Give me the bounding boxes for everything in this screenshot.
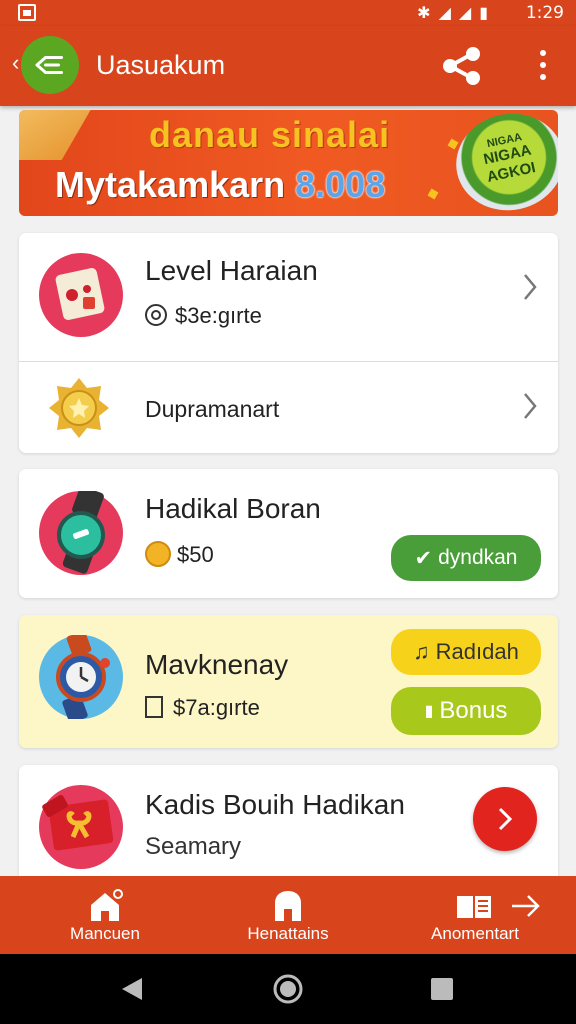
list-item-achievement[interactable]: Dupramanart [19, 362, 558, 453]
confetti-decoration [427, 188, 439, 200]
level-price-text: $3e:gırte [175, 303, 262, 328]
promo-badge: NIGAA NIGAA AGKOI [447, 110, 558, 216]
gift-box-icon [39, 785, 123, 869]
gold-medal-icon [49, 378, 109, 438]
banner-headline: danau sinalai [149, 114, 391, 155]
reward-card[interactable]: Hadikal Boran $50 ✔ dyndkan [19, 469, 558, 598]
redeem-button[interactable]: ✔ dyndkan [391, 535, 541, 581]
lock-icon: ▮ [424, 703, 434, 720]
recents-square-icon[interactable] [430, 977, 454, 1001]
watch-card[interactable]: Mavknenay $7a:gırte ♫ Radıdah ▮ Bonus [19, 615, 558, 748]
radidah-button-label: Radıdah [435, 639, 519, 664]
reward-title: Hadikal Boran [145, 493, 321, 524]
gift-subtitle: Seamary [145, 833, 242, 860]
screenshot-icon [18, 4, 36, 21]
watch-price: $7a:gırte [145, 695, 260, 721]
nav-label-book: Anomentart [431, 924, 519, 943]
level-price: $3e:gırte [145, 303, 262, 329]
arrow-right-icon[interactable] [510, 892, 542, 920]
banner-number: 8.008 [295, 164, 386, 205]
check-icon: ✔ [414, 546, 433, 570]
signal-icons: ✱◢◢▮ [417, 5, 496, 22]
bonus-button[interactable]: ▮ Bonus [391, 687, 541, 735]
go-button[interactable] [473, 787, 537, 851]
nav-item-store[interactable]: Henattains [232, 888, 344, 944]
banner-subline: Mytakamkarn 8.008 [55, 164, 385, 206]
dice-game-icon [39, 253, 123, 337]
wristwatch-icon [39, 631, 123, 723]
ribbon-decoration [19, 110, 97, 160]
watch-price-text: $7a:gırte [173, 695, 260, 720]
back-arrow-icon[interactable]: ‹ [12, 50, 19, 76]
bonus-button-label: Bonus [439, 697, 508, 724]
book-icon [457, 896, 491, 918]
menu-icon [35, 56, 63, 74]
nav-label-home: Mancuen [70, 924, 140, 943]
nav-label-store: Henattains [247, 924, 329, 943]
music-note-icon: ♫ [413, 639, 430, 664]
gift-card[interactable]: Kadis Bouih Hadikan Seamary [19, 765, 558, 885]
system-navigation-bar [0, 954, 576, 1024]
home-circle-icon[interactable] [272, 973, 304, 1005]
list-item-level[interactable]: Level Haraian $3e:gırte [19, 233, 558, 361]
store-icon [275, 891, 301, 921]
level-title: Level Haraian [145, 255, 318, 286]
coin-outline-icon [145, 304, 167, 326]
watch-title: Mavknenay [145, 649, 289, 680]
bottom-navigation: Mancuen Henattains Anomentart [0, 876, 576, 954]
smartwatch-icon [39, 486, 123, 575]
clock: 1:29 [525, 3, 564, 23]
level-card: Level Haraian $3e:gırte Dupramanart [19, 233, 558, 453]
banner-main-text: Mytakamkarn [55, 164, 286, 205]
redeem-button-label: dyndkan [438, 546, 518, 569]
radidah-button[interactable]: ♫ Radıdah [391, 629, 541, 675]
confetti-decoration [447, 138, 459, 150]
back-triangle-icon[interactable] [120, 976, 144, 1002]
nav-item-home[interactable]: Mancuen [50, 888, 160, 944]
chevron-right-icon [524, 393, 537, 419]
home-icon [91, 889, 123, 921]
chevron-right-icon [524, 274, 537, 300]
bag-outline-icon [145, 696, 163, 718]
menu-button[interactable] [21, 36, 79, 94]
more-options-icon[interactable] [538, 50, 548, 84]
reward-price: $50 [145, 541, 214, 568]
status-bar: ✱◢◢▮ 1:29 [0, 0, 576, 26]
chevron-right-icon [498, 807, 513, 831]
achievement-title: Dupramanart [145, 396, 280, 422]
share-icon[interactable] [440, 46, 484, 86]
gift-title: Kadis Bouih Hadikan [145, 789, 405, 820]
gold-coin-icon [145, 541, 171, 567]
promo-banner[interactable]: danau sinalai Mytakamkarn 8.008 NIGAA NI… [19, 110, 558, 216]
app-bar: ‹ Uasuakum [0, 26, 576, 106]
app-title: Uasuakum [96, 50, 226, 80]
reward-price-text: $50 [177, 542, 214, 567]
